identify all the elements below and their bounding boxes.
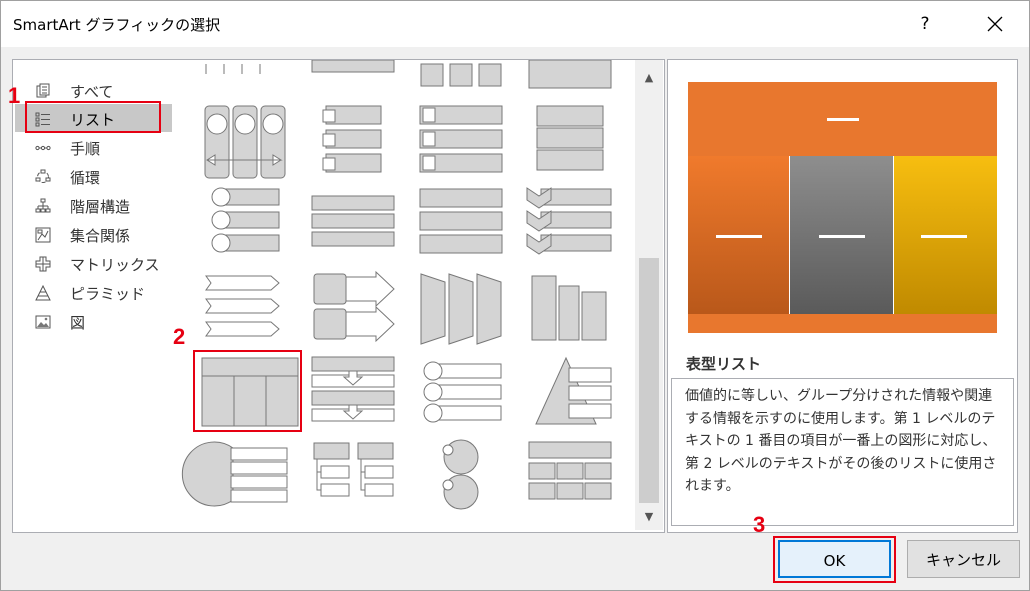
- process-icon: [35, 145, 51, 151]
- layout-thumb-r5-c1[interactable]: [313, 442, 394, 497]
- title-bar: SmartArt グラフィックの選択 ?: [1, 1, 1029, 47]
- picture-icon: [35, 315, 51, 329]
- matrix-icon: [35, 256, 51, 272]
- layout-thumb-r0-c2[interactable]: [420, 63, 502, 87]
- category-item-picture[interactable]: 図: [15, 307, 172, 335]
- layout-thumb-r1-c1[interactable]: [322, 105, 382, 173]
- layout-gallery: [176, 59, 665, 533]
- layout-thumb-r3-c2[interactable]: [420, 273, 502, 345]
- scroll-thumb[interactable]: [639, 258, 659, 503]
- all-icon: [36, 83, 50, 98]
- layout-thumb-r3-c1[interactable]: [313, 270, 395, 343]
- category-item-relationship[interactable]: 集合関係: [15, 220, 172, 248]
- close-button[interactable]: [971, 7, 1019, 41]
- annotation-number-2: 2: [173, 324, 186, 349]
- layout-thumb-r4-c2[interactable]: [423, 361, 502, 423]
- layout-thumb-r2-c1[interactable]: [311, 195, 395, 247]
- layout-thumb-r5-c2[interactable]: [442, 439, 479, 510]
- scroll-down-icon[interactable]: ▼: [640, 508, 658, 526]
- gallery-scrollbar[interactable]: ▲ ▼: [635, 60, 663, 530]
- layout-thumb-r3-c0[interactable]: [205, 275, 280, 337]
- annotation-box-2: [193, 350, 302, 432]
- category-item-cycle[interactable]: 循環: [15, 162, 172, 190]
- layout-thumb-r4-c1[interactable]: [311, 356, 395, 422]
- hierarchy-icon: [35, 198, 51, 213]
- annotation-number-1: 1: [8, 83, 21, 108]
- layout-thumb-r0-c3[interactable]: [528, 60, 612, 89]
- layout-thumb-r2-c0[interactable]: [211, 187, 280, 253]
- category-item-pyramid[interactable]: ピラミッド: [15, 278, 172, 306]
- category-item-process[interactable]: 手順: [15, 133, 172, 161]
- layout-thumb-r2-c3[interactable]: [526, 187, 612, 255]
- category-item-all[interactable]: すべて: [15, 76, 172, 104]
- annotation-box-3: [773, 536, 896, 583]
- layout-description: 価値的に等しい、グループ分けされた情報や関連する情報を示すのに使用します。第 1…: [685, 388, 997, 494]
- annotation-number-3: 3: [753, 512, 766, 537]
- layout-thumb-r2-c2[interactable]: [419, 188, 503, 254]
- layout-thumb-r0-c1[interactable]: [311, 60, 395, 73]
- help-button[interactable]: ?: [907, 7, 943, 41]
- layout-thumb-r1-c0[interactable]: [204, 105, 286, 179]
- category-item-hierarchy[interactable]: 階層構造: [15, 191, 172, 219]
- layout-thumb-r4-c3[interactable]: [535, 356, 612, 425]
- dialog-title: SmartArt グラフィックの選択: [13, 16, 221, 34]
- preview-image: [688, 82, 997, 333]
- annotation-box-1: [25, 101, 161, 133]
- cycle-icon: [35, 169, 51, 183]
- layout-thumb-r1-c3[interactable]: [536, 105, 604, 171]
- layout-thumb-r5-c3[interactable]: [528, 441, 612, 500]
- layout-description-box: 価値的に等しい、グループ分けされた情報や関連する情報を示すのに使用します。第 1…: [671, 378, 1014, 526]
- layout-thumb-r0-c0[interactable]: [205, 64, 261, 74]
- layout-title: 表型リスト: [686, 355, 762, 373]
- cancel-button[interactable]: キャンセル: [907, 540, 1020, 578]
- layout-thumb-r3-c3[interactable]: [531, 275, 607, 341]
- pyramid-icon: [35, 285, 51, 301]
- relationship-icon: [35, 227, 51, 243]
- close-icon: [987, 16, 1003, 32]
- layout-thumb-r5-c0[interactable]: [181, 441, 288, 507]
- scroll-up-icon[interactable]: ▲: [640, 69, 658, 87]
- layout-thumb-r1-c2[interactable]: [419, 105, 503, 173]
- smartart-dialog: SmartArt グラフィックの選択 ? すべて リスト 手順 循環 階層構造: [0, 0, 1030, 591]
- category-item-matrix[interactable]: マトリックス: [15, 249, 172, 277]
- preview-bottom-bar: [688, 314, 997, 333]
